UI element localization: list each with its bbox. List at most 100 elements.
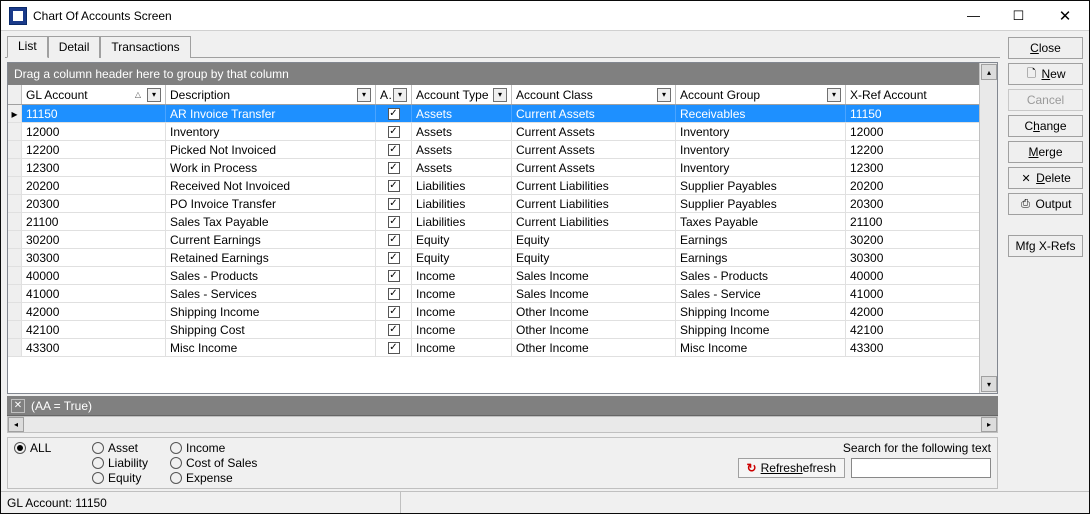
data-grid[interactable]: ▸11150AR Invoice Transfer✓AssetsCurrent … [8,105,979,393]
checkbox-icon: ✓ [388,324,400,336]
cell-account-class: Sales Income [512,285,676,302]
table-row[interactable]: 20300PO Invoice Transfer✓LiabilitiesCurr… [8,195,979,213]
cell-xref: 11150 [846,105,979,122]
merge-button[interactable]: Merge [1008,141,1083,163]
row-indicator [8,123,22,140]
change-button[interactable]: Change [1008,115,1083,137]
tab-strip: List Detail Transactions [5,36,1000,58]
col-description[interactable]: Description▾ [166,85,376,104]
refresh-icon: ↻ [747,461,757,475]
search-input[interactable] [851,458,991,478]
horizontal-scrollbar[interactable]: ◂ ▸ [7,416,998,433]
sort-asc-icon: △ [135,90,141,99]
cell-account-group: Receivables [676,105,846,122]
scroll-left-icon[interactable]: ◂ [8,417,24,432]
cell-account-type: Assets [412,105,512,122]
cell-aa: ✓ [376,249,412,266]
radio-asset[interactable]: Asset [92,441,152,455]
cell-gl: 21100 [22,213,166,230]
table-row[interactable]: 21100Sales Tax Payable✓LiabilitiesCurren… [8,213,979,231]
table-row[interactable]: 40000Sales - Products✓IncomeSales Income… [8,267,979,285]
col-gl-account[interactable]: GL Account△▾ [22,85,166,104]
cell-account-group: Shipping Income [676,303,846,320]
radio-cost-of-sales[interactable]: Cost of Sales [170,456,265,470]
tab-list[interactable]: List [7,36,48,58]
cell-account-class: Current Assets [512,123,676,140]
radio-all[interactable]: ALL [14,441,74,455]
cell-description: Picked Not Invoiced [166,141,376,158]
table-row[interactable]: 12200Picked Not Invoiced✓AssetsCurrent A… [8,141,979,159]
checkbox-icon: ✓ [388,270,400,282]
row-indicator [8,195,22,212]
table-row[interactable]: 12300Work in Process✓AssetsCurrent Asset… [8,159,979,177]
col-xref-account[interactable]: X-Ref Account [846,85,979,104]
radio-liability[interactable]: Liability [92,456,152,470]
delete-button[interactable]: ✕Delete [1008,167,1083,189]
close-button[interactable]: Close [1008,37,1083,59]
app-window: Chart Of Accounts Screen — ☐ ✕ List Deta… [0,0,1090,514]
row-indicator [8,213,22,230]
cell-gl: 20200 [22,177,166,194]
clear-filter-button[interactable]: ✕ [11,399,25,413]
cell-account-class: Equity [512,231,676,248]
filter-dropdown-icon[interactable]: ▾ [827,88,841,102]
cell-description: Shipping Cost [166,321,376,338]
scroll-right-icon[interactable]: ▸ [981,417,997,432]
refresh-button[interactable]: ↻Refreshefresh [738,458,845,478]
minimize-button[interactable]: — [951,1,996,30]
cell-account-type: Equity [412,231,512,248]
scroll-up-icon[interactable]: ▴ [981,64,997,80]
new-button[interactable]: 🗋New [1008,63,1083,85]
table-row[interactable]: 41000Sales - Services✓IncomeSales Income… [8,285,979,303]
cell-aa: ✓ [376,267,412,284]
radio-equity[interactable]: Equity [92,471,152,485]
filter-dropdown-icon[interactable]: ▾ [147,88,161,102]
row-indicator [8,321,22,338]
col-account-group[interactable]: Account Group▾ [676,85,846,104]
cell-account-class: Current Assets [512,105,676,122]
filter-dropdown-icon[interactable]: ▾ [493,88,507,102]
col-aa[interactable]: AA▾ [376,85,412,104]
table-row[interactable]: 12000Inventory✓AssetsCurrent AssetsInven… [8,123,979,141]
cell-description: Misc Income [166,339,376,356]
radio-expense[interactable]: Expense [170,471,233,485]
tab-transactions[interactable]: Transactions [100,36,190,58]
table-row[interactable]: 42100Shipping Cost✓IncomeOther IncomeShi… [8,321,979,339]
checkbox-icon: ✓ [388,180,400,192]
app-icon [9,7,27,25]
window-close-button[interactable]: ✕ [1041,1,1089,30]
cell-account-group: Earnings [676,249,846,266]
cell-description: AR Invoice Transfer [166,105,376,122]
cell-account-class: Sales Income [512,267,676,284]
col-account-type[interactable]: Account Type▾ [412,85,512,104]
table-row[interactable]: 42000Shipping Income✓IncomeOther IncomeS… [8,303,979,321]
scroll-down-icon[interactable]: ▾ [981,376,997,392]
cell-xref: 42100 [846,321,979,338]
table-row[interactable]: ▸11150AR Invoice Transfer✓AssetsCurrent … [8,105,979,123]
radio-income[interactable]: Income [170,441,230,455]
mfg-xrefs-button[interactable]: Mfg X-Refs [1008,235,1083,257]
cell-description: Shipping Income [166,303,376,320]
row-indicator [8,159,22,176]
status-text: GL Account: 11150 [1,492,401,513]
table-row[interactable]: 43300Misc Income✓IncomeOther IncomeMisc … [8,339,979,357]
filter-dropdown-icon[interactable]: ▾ [657,88,671,102]
filter-text: (AA = True) [31,399,92,413]
cell-gl: 12200 [22,141,166,158]
output-button[interactable]: ⎙Output [1008,193,1083,215]
vertical-scrollbar[interactable]: ▴ ▾ [979,63,997,393]
col-account-class[interactable]: Account Class▾ [512,85,676,104]
maximize-button[interactable]: ☐ [996,1,1041,30]
table-row[interactable]: 20200Received Not Invoiced✓LiabilitiesCu… [8,177,979,195]
group-by-hint[interactable]: Drag a column header here to group by th… [8,63,979,85]
filter-dropdown-icon[interactable]: ▾ [357,88,371,102]
cell-account-group: Sales - Products [676,267,846,284]
filter-dropdown-icon[interactable]: ▾ [393,88,407,102]
table-row[interactable]: 30300Retained Earnings✓EquityEquityEarni… [8,249,979,267]
cell-description: Sales - Products [166,267,376,284]
tab-detail[interactable]: Detail [48,36,101,58]
cell-aa: ✓ [376,141,412,158]
table-row[interactable]: 30200Current Earnings✓EquityEquityEarnin… [8,231,979,249]
cell-aa: ✓ [376,159,412,176]
action-panel: Close 🗋New Cancel Change Merge ✕Delete ⎙… [1004,31,1089,491]
